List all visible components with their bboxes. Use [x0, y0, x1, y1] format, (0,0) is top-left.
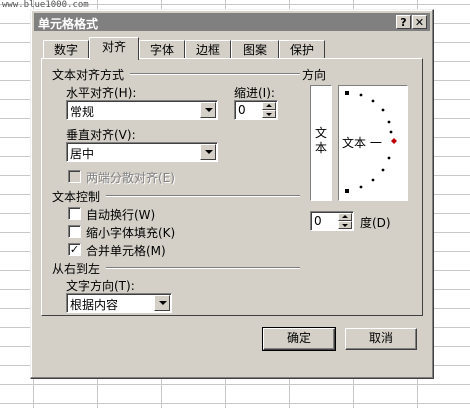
close-button[interactable]: ✕: [412, 15, 427, 29]
tab-alignment[interactable]: 对齐: [89, 37, 139, 60]
vertical-text-box[interactable]: 文本: [310, 85, 332, 201]
spin-up-icon[interactable]: [262, 102, 276, 110]
horizontal-align-select[interactable]: 常规: [66, 100, 218, 120]
indent-stepper[interactable]: 0: [234, 100, 278, 120]
shrink-to-fit-checkbox[interactable]: [68, 225, 81, 238]
spin-down-icon[interactable]: [262, 110, 276, 118]
ok-button[interactable]: 确定: [262, 327, 336, 351]
chevron-down-icon[interactable]: [154, 295, 170, 311]
text-control-section-title: 文本控制: [52, 190, 101, 204]
dialog-titlebar: 单元格格式 ? ✕: [34, 13, 430, 31]
vertical-align-select[interactable]: 居中: [66, 142, 218, 162]
justify-distributed-checkbox[interactable]: [68, 170, 81, 183]
justify-distributed-label: 两端分散对齐(E): [86, 171, 175, 185]
merge-cells-checkbox[interactable]: ✓: [68, 243, 81, 256]
text-alignment-section-title: 文本对齐方式: [52, 68, 125, 82]
alignment-panel: 文本对齐方式 水平对齐(H): 常规 缩进(I): 0 垂直对齐(V): 居中 …: [41, 58, 423, 316]
tab-number[interactable]: 数字: [43, 40, 89, 59]
indent-label: 缩进(I):: [234, 86, 275, 100]
help-button[interactable]: ?: [396, 15, 411, 29]
tab-patterns[interactable]: 图案: [231, 40, 279, 59]
wrap-text-checkbox[interactable]: [68, 207, 81, 220]
section-divider: [106, 267, 300, 269]
spin-down-icon[interactable]: [338, 221, 352, 229]
tab-strip: 数字 对齐 字体 边框 图案 保护: [41, 37, 423, 60]
indent-value: 0: [238, 103, 246, 117]
orientation-dial[interactable]: 文本 一: [338, 85, 408, 201]
tab-protection[interactable]: 保护: [279, 40, 325, 59]
vertical-align-label: 垂直对齐(V):: [66, 128, 136, 142]
degrees-value: 0: [314, 214, 322, 228]
section-divider: [106, 195, 300, 197]
vertical-text-sample: 文本: [315, 126, 328, 155]
chevron-down-icon[interactable]: [200, 144, 216, 160]
degrees-label: 度(D): [360, 216, 391, 230]
section-divider: [130, 73, 300, 75]
wrap-text-label: 自动换行(W): [86, 208, 156, 222]
vertical-align-value: 居中: [70, 147, 95, 161]
horizontal-align-label: 水平对齐(H):: [66, 86, 137, 100]
format-cells-dialog: 单元格格式 ? ✕ 数字 对齐 字体 边框 图案 保护 文本对齐方式 水平对齐(…: [30, 9, 434, 379]
dialog-title: 单元格格式: [38, 17, 99, 31]
chevron-down-icon[interactable]: [200, 102, 216, 118]
horizontal-align-value: 常规: [70, 105, 95, 119]
check-icon: ✓: [69, 243, 80, 256]
merge-cells-label: 合并单元格(M): [86, 244, 166, 258]
rtl-section-title: 从右到左: [52, 262, 101, 276]
shrink-to-fit-label: 缩小字体填充(K): [86, 226, 176, 240]
cancel-button[interactable]: 取消: [345, 328, 417, 350]
text-direction-label: 文字方向(T):: [66, 279, 135, 293]
text-direction-select[interactable]: 根据内容: [66, 293, 172, 313]
orientation-section-title: 方向: [302, 68, 327, 82]
tab-border[interactable]: 边框: [185, 40, 231, 59]
horizontal-text-sample: 文本 一: [342, 136, 382, 150]
text-direction-value: 根据内容: [70, 298, 119, 312]
close-icon: ✕: [414, 16, 425, 29]
spin-up-icon[interactable]: [338, 213, 352, 221]
tab-font[interactable]: 字体: [139, 40, 185, 59]
degrees-stepper[interactable]: 0: [310, 211, 354, 231]
